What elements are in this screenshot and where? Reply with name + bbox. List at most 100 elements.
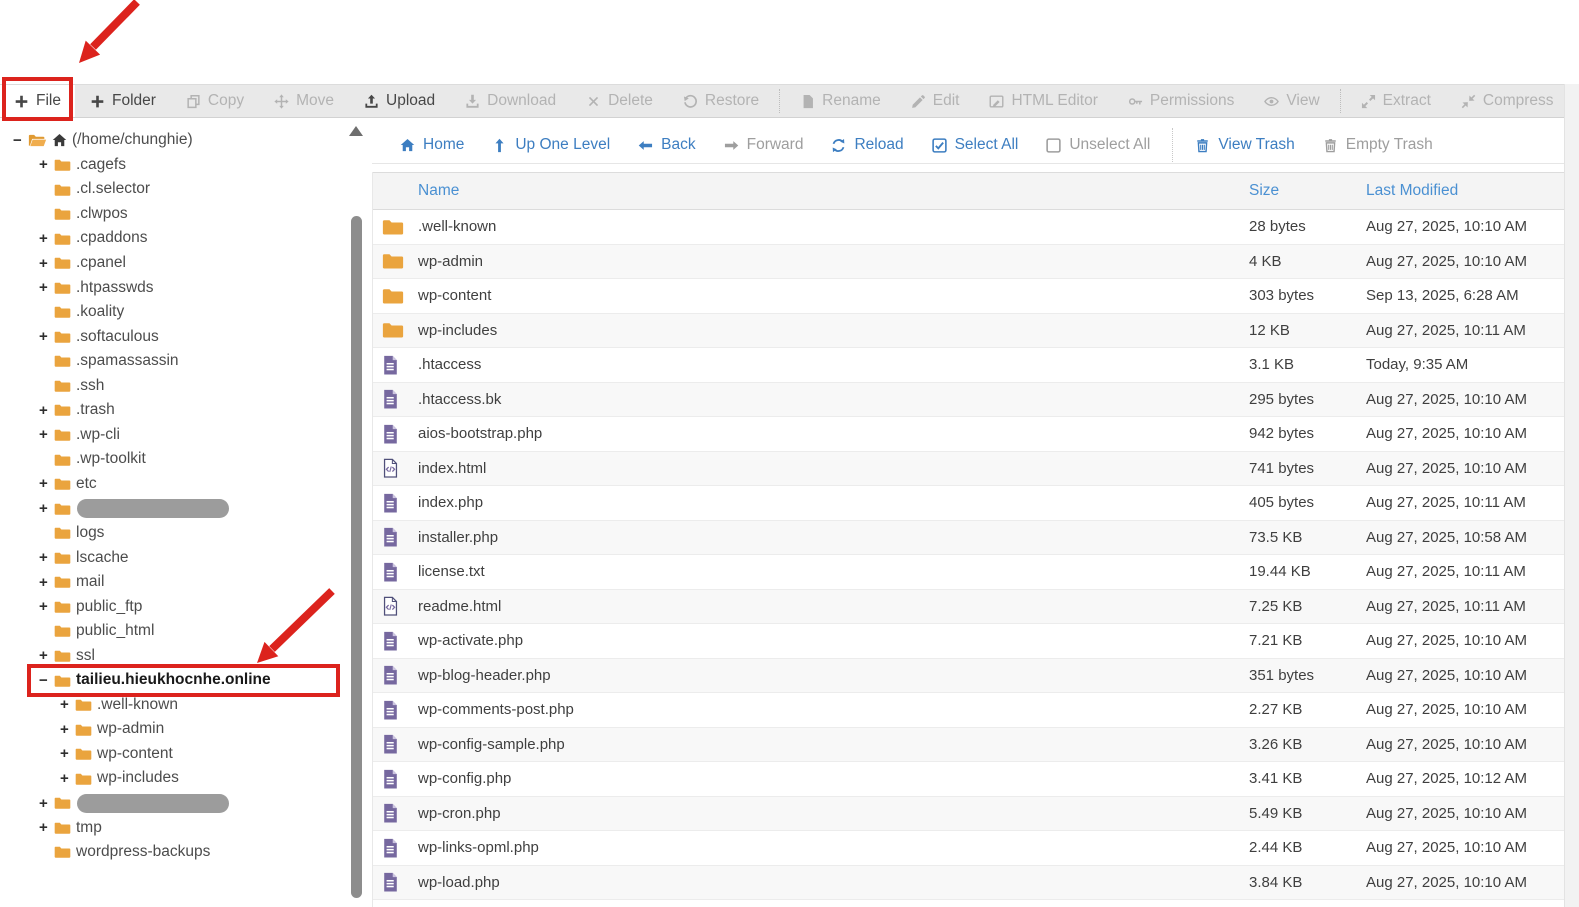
rename-button[interactable]: Rename (785, 85, 896, 117)
plus-toggle-icon[interactable]: + (39, 549, 54, 566)
table-row-license-txt[interactable]: license.txt19.44 KBAug 27, 2025, 10:11 A… (373, 555, 1564, 590)
tree-item-ssh[interactable]: .ssh (0, 373, 350, 398)
tree-item-wp-content[interactable]: +wp-content (0, 742, 350, 767)
table-row-installer-php[interactable]: installer.php73.5 KBAug 27, 2025, 10:58 … (373, 521, 1564, 556)
tree-item-public-ftp[interactable]: +public_ftp (0, 594, 350, 619)
table-row-wp-content[interactable]: wp-content303 bytesSep 13, 2025, 6:28 AM (373, 279, 1564, 314)
up-one-level-button[interactable]: Up One Level (478, 136, 624, 154)
view-button[interactable]: View (1249, 85, 1334, 117)
tree-item-wp-cli[interactable]: +.wp-cli (0, 423, 350, 448)
tree-item-cagefs[interactable]: +.cagefs (0, 153, 350, 178)
download-button[interactable]: Download (450, 85, 571, 117)
sidebar-scroll-up-icon[interactable] (349, 126, 363, 136)
tree-item-ssl[interactable]: +ssl (0, 643, 350, 668)
restore-button[interactable]: Restore (668, 85, 774, 117)
column-header-last-modified[interactable]: Last Modified (1366, 182, 1564, 200)
tree-item-well-known[interactable]: +.well-known (0, 693, 350, 718)
tree-item-koality[interactable]: .koality (0, 300, 350, 325)
table-row-well-known[interactable]: .well-known28 bytesAug 27, 2025, 10:10 A… (373, 210, 1564, 245)
plus-toggle-icon[interactable]: + (39, 795, 54, 812)
table-row-readme-html[interactable]: readme.html7.25 KBAug 27, 2025, 10:11 AM (373, 590, 1564, 625)
plus-toggle-icon[interactable]: + (39, 500, 54, 517)
view-trash-button[interactable]: View Trash (1181, 136, 1308, 154)
tree-item-cl-selector[interactable]: .cl.selector (0, 177, 350, 202)
folder-button[interactable]: Folder (75, 85, 171, 117)
select-all-button[interactable]: Select All (918, 136, 1033, 154)
tree-item-softaculous[interactable]: +.softaculous (0, 324, 350, 349)
copy-button[interactable]: Copy (171, 85, 259, 117)
table-row-wp-activate-php[interactable]: wp-activate.php7.21 KBAug 27, 2025, 10:1… (373, 624, 1564, 659)
tree-item-cpanel[interactable]: +.cpanel (0, 251, 350, 276)
tree-item-tailieu-hieukhocnhe-online[interactable]: −tailieu.hieukhocnhe.online (0, 668, 350, 693)
table-row-htaccess-bk[interactable]: .htaccess.bk295 bytesAug 27, 2025, 10:10… (373, 383, 1564, 418)
tree-item-wordpress-backups[interactable]: wordpress-backups (0, 840, 350, 865)
plus-toggle-icon[interactable]: + (39, 647, 54, 664)
plus-toggle-icon[interactable]: + (39, 426, 54, 443)
tree-item-wp-includes[interactable]: +wp-includes (0, 766, 350, 791)
tree-item-mail[interactable]: +mail (0, 570, 350, 595)
tree-item-tmp[interactable]: +tmp (0, 815, 350, 840)
tree-item-spamassassin[interactable]: .spamassassin (0, 349, 350, 374)
move-button[interactable]: Move (259, 85, 349, 117)
plus-toggle-icon[interactable]: + (39, 574, 54, 591)
tree-item-htpasswds[interactable]: +.htpasswds (0, 275, 350, 300)
plus-toggle-icon[interactable]: + (39, 402, 54, 419)
unselect-all-button[interactable]: Unselect All (1032, 136, 1164, 154)
tree-item-wp-admin[interactable]: +wp-admin (0, 717, 350, 742)
edit-button[interactable]: Edit (896, 85, 975, 117)
table-row-wp-admin[interactable]: wp-admin4 KBAug 27, 2025, 10:10 AM (373, 245, 1564, 280)
extract-button[interactable]: Extract (1346, 85, 1446, 117)
column-header-size[interactable]: Size (1249, 182, 1366, 200)
table-row-wp-config-php[interactable]: wp-config.php3.41 KBAug 27, 2025, 10:12 … (373, 762, 1564, 797)
minus-toggle-icon[interactable]: − (13, 132, 28, 149)
upload-button[interactable]: Upload (349, 85, 450, 117)
plus-toggle-icon[interactable]: + (39, 230, 54, 247)
plus-toggle-icon[interactable]: + (60, 696, 75, 713)
plus-toggle-icon[interactable]: + (60, 721, 75, 738)
compress-button[interactable]: Compress (1446, 85, 1569, 117)
table-row-wp-cron-php[interactable]: wp-cron.php5.49 KBAug 27, 2025, 10:10 AM (373, 797, 1564, 832)
html-editor-button[interactable]: HTML Editor (974, 85, 1112, 117)
tree-item-lscache[interactable]: +lscache (0, 545, 350, 570)
tree-item-clwpos[interactable]: .clwpos (0, 202, 350, 227)
sidebar-scrollbar-thumb[interactable] (351, 216, 362, 898)
table-row-index-html[interactable]: index.html741 bytesAug 27, 2025, 10:10 A… (373, 452, 1564, 487)
file-button[interactable]: File (0, 85, 75, 117)
table-row-index-php[interactable]: index.php405 bytesAug 27, 2025, 10:11 AM (373, 486, 1564, 521)
plus-toggle-icon[interactable]: + (39, 328, 54, 345)
tree-item-wp-toolkit[interactable]: .wp-toolkit (0, 447, 350, 472)
minus-toggle-icon[interactable]: − (39, 672, 54, 689)
empty-trash-button[interactable]: Empty Trash (1309, 136, 1447, 154)
table-row-wp-load-php[interactable]: wp-load.php3.84 KBAug 27, 2025, 10:10 AM (373, 866, 1564, 901)
table-row-wp-links-opml-php[interactable]: wp-links-opml.php2.44 KBAug 27, 2025, 10… (373, 831, 1564, 866)
plus-toggle-icon[interactable]: + (39, 255, 54, 272)
tree-item-logs[interactable]: logs (0, 521, 350, 546)
tree-item-trash[interactable]: +.trash (0, 398, 350, 423)
plus-toggle-icon[interactable]: + (39, 156, 54, 173)
reload-button[interactable]: Reload (817, 136, 917, 154)
table-row-htaccess[interactable]: .htaccess3.1 KBToday, 9:35 AM (373, 348, 1564, 383)
tree-item-redacted[interactable]: + (0, 791, 350, 816)
permissions-button[interactable]: Permissions (1113, 85, 1249, 117)
table-row-wp-config-sample-php[interactable]: wp-config-sample.php3.26 KBAug 27, 2025,… (373, 728, 1564, 763)
home-button[interactable]: Home (386, 136, 478, 154)
back-button[interactable]: Back (624, 136, 709, 154)
plus-toggle-icon[interactable]: + (39, 279, 54, 296)
tree-item-public-html[interactable]: public_html (0, 619, 350, 644)
plus-toggle-icon[interactable]: + (39, 475, 54, 492)
table-row-wp-blog-header-php[interactable]: wp-blog-header.php351 bytesAug 27, 2025,… (373, 659, 1564, 694)
plus-toggle-icon[interactable]: + (39, 819, 54, 836)
tree-item-home-chunghie[interactable]: −(/home/chunghie) (0, 128, 350, 153)
table-row-aios-bootstrap-php[interactable]: aios-bootstrap.php942 bytesAug 27, 2025,… (373, 417, 1564, 452)
table-row-wp-includes[interactable]: wp-includes12 KBAug 27, 2025, 10:11 AM (373, 314, 1564, 349)
plus-toggle-icon[interactable]: + (60, 770, 75, 787)
table-row-wp-comments-post-php[interactable]: wp-comments-post.php2.27 KBAug 27, 2025,… (373, 693, 1564, 728)
tree-item-redacted[interactable]: + (0, 496, 350, 521)
tree-item-cpaddons[interactable]: +.cpaddons (0, 226, 350, 251)
column-header-name[interactable]: Name (418, 182, 1249, 200)
delete-button[interactable]: Delete (571, 85, 668, 117)
forward-button[interactable]: Forward (710, 136, 818, 154)
plus-toggle-icon[interactable]: + (39, 598, 54, 615)
plus-toggle-icon[interactable]: + (60, 745, 75, 762)
tree-item-etc[interactable]: +etc (0, 472, 350, 497)
